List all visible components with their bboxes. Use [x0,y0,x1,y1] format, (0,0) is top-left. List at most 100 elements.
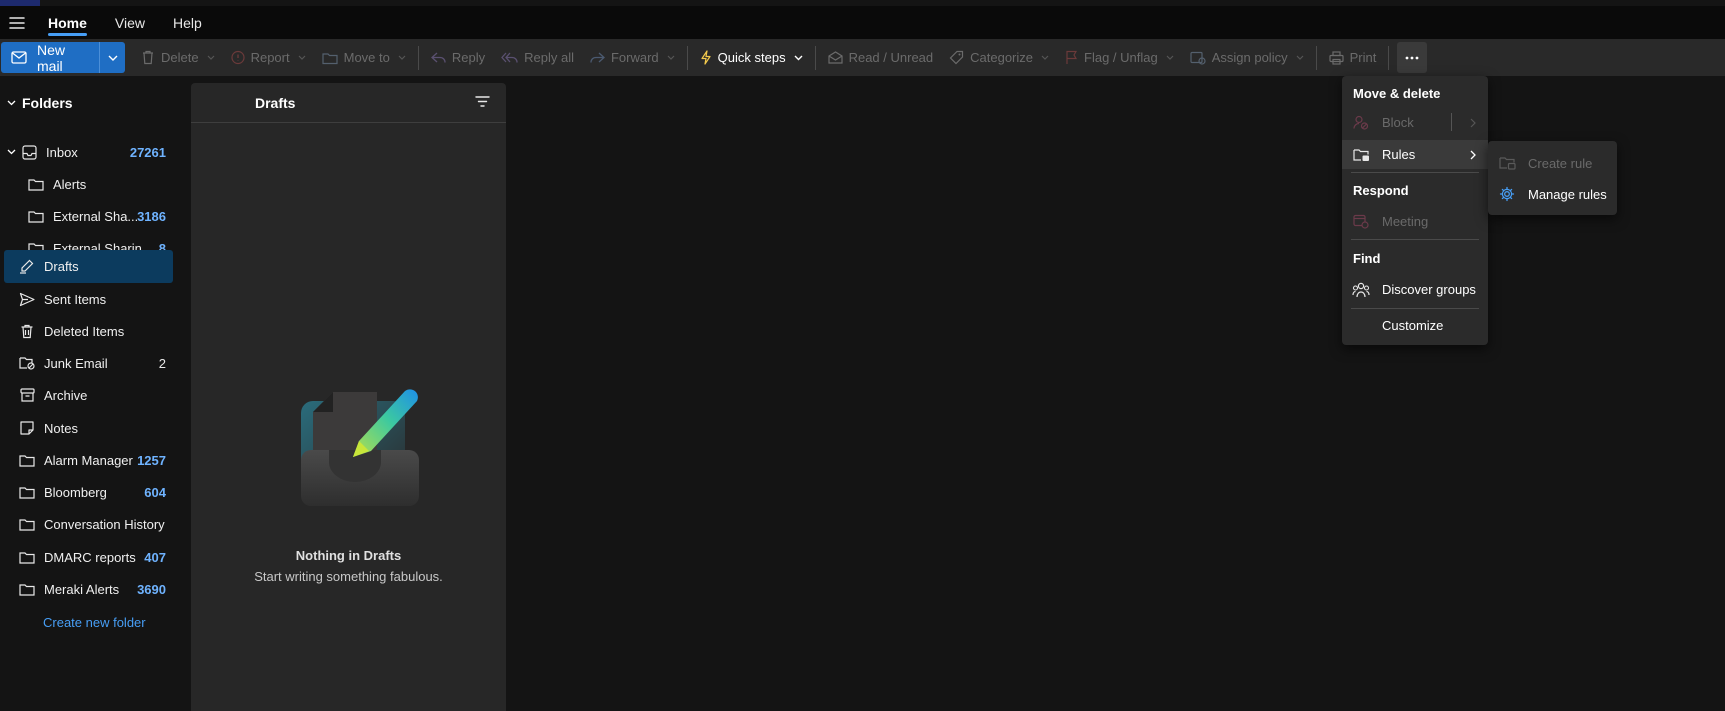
rules-folder-icon [1497,156,1517,170]
flag-unflag-button[interactable]: Flag / Unflag [1057,42,1182,73]
archive-icon [17,388,37,402]
flag-icon [1065,50,1078,65]
chevron-down-icon [207,55,215,60]
hamburger-menu-icon[interactable] [0,6,34,39]
sidebar-item-meraki-alerts[interactable]: Meraki Alerts 3690 [4,573,173,605]
unread-count: 407 [144,549,166,565]
menu-item-customize[interactable]: Customize [1342,311,1488,340]
section-move-delete: Move & delete [1353,86,1441,101]
sidebar-item-label: Archive [44,387,88,403]
flag-unflag-label: Flag / Unflag [1084,50,1158,65]
sidebar-item-sent-items[interactable]: Sent Items [4,283,173,315]
filter-icon[interactable] [475,95,490,108]
chevron-down-icon [398,55,406,60]
top-menu-bar: Home View Help [0,6,1725,39]
folders-header-label: Folders [22,95,73,111]
menu-item-block[interactable]: Block [1342,108,1488,137]
chevron-down-icon [108,55,118,61]
sidebar-item-bloomberg[interactable]: Bloomberg 604 [4,476,173,508]
menu-item-create-rule[interactable]: Create rule [1488,148,1617,178]
chevron-down-icon [7,100,16,106]
reply-all-button[interactable]: Reply all [493,42,582,73]
forward-button[interactable]: Forward [582,42,683,73]
create-new-folder-link[interactable]: Create new folder [43,615,146,630]
tab-home[interactable]: Home [34,6,101,39]
sidebar-item-archive[interactable]: Archive [4,379,173,411]
folder-icon [17,518,37,531]
sidebar-item-label: Inbox [46,144,78,160]
sidebar-item-label: DMARC reports [44,549,136,565]
chevron-down-icon [1296,55,1304,60]
sidebar-item-external-sharing-1[interactable]: External Sha... 3186 [26,200,173,232]
tab-view[interactable]: View [101,6,159,39]
reply-button[interactable]: Reply [423,42,493,73]
sidebar-item-deleted-items[interactable]: Deleted Items [4,315,173,347]
menu-item-label: Manage rules [1528,186,1607,202]
sidebar-item-inbox[interactable]: Inbox 27261 [0,136,173,168]
reply-all-icon [501,52,518,64]
folder-icon [17,551,37,564]
delete-button[interactable]: Delete [133,42,223,73]
chevron-down-icon [7,149,16,155]
sidebar-item-notes[interactable]: Notes [4,412,173,444]
categorize-label: Categorize [970,50,1034,65]
sidebar-item-label: Meraki Alerts [44,581,120,597]
report-button[interactable]: Report [223,42,314,73]
menu-item-rules[interactable]: Rules [1342,140,1488,169]
categorize-button[interactable]: Categorize [941,42,1057,73]
ribbon-separator [1388,45,1390,70]
empty-state-subtitle: Start writing something fabulous. [254,569,443,584]
trash-icon [141,50,155,65]
ribbon-toolbar: New mail Delete Report Move to Reply Rep… [0,39,1725,76]
sidebar-item-label: Notes [44,420,78,436]
folder-icon [17,583,37,596]
folder-icon [26,210,46,223]
quick-steps-button[interactable]: Quick steps [692,42,811,73]
assign-policy-label: Assign policy [1211,50,1288,65]
assign-policy-button[interactable]: Assign policy [1182,42,1312,73]
rules-folder-icon [1351,148,1371,162]
menu-item-discover-groups[interactable]: Discover groups [1342,275,1488,304]
policy-icon [1190,51,1206,65]
move-to-button[interactable]: Move to [314,42,414,73]
sidebar-item-drafts[interactable]: Drafts [4,250,173,283]
drafts-empty-illustration [287,379,427,519]
folder-icon [17,454,37,467]
sidebar-item-conversation-history[interactable]: Conversation History [4,508,173,540]
chevron-down-icon [794,55,803,61]
menu-item-label: Customize [1382,318,1444,333]
menu-item-meeting[interactable]: Meeting [1342,207,1488,236]
envelope-open-icon [827,51,843,64]
forward-label: Forward [610,50,659,65]
menu-item-label: Meeting [1382,214,1429,229]
tab-help[interactable]: Help [159,6,216,39]
move-to-label: Move to [343,50,390,65]
reply-icon [430,52,446,64]
new-mail-dropdown-button[interactable] [99,42,125,73]
reply-all-label: Reply all [524,50,574,65]
more-options-button[interactable] [1397,42,1428,73]
sidebar-item-label: Alerts [53,176,87,192]
sidebar-item-alarm-manager[interactable]: Alarm Manager 1257 [4,444,173,476]
message-list-header: Drafts [191,83,506,123]
lightning-icon [700,50,712,65]
pencil-icon [17,259,37,274]
send-icon [17,292,37,307]
print-button[interactable]: Print [1321,42,1385,73]
menu-item-manage-rules[interactable]: Manage rules [1488,179,1617,209]
read-unread-label: Read / Unread [848,50,934,65]
new-mail-button[interactable]: New mail [1,42,99,74]
note-icon [17,421,37,435]
reply-label: Reply [451,50,486,65]
menu-item-label: Block [1382,115,1414,130]
read-unread-button[interactable]: Read / Unread [820,42,942,73]
ellipsis-icon [1405,56,1419,60]
sidebar-item-label: Alarm Manager [44,452,133,468]
chevron-down-icon [298,55,306,60]
sidebar-item-junk-email[interactable]: Junk Email 2 [4,347,173,379]
sidebar-item-alerts[interactable]: Alerts [26,168,173,200]
sidebar-item-dmarc-reports[interactable]: DMARC reports 407 [4,541,173,573]
unread-count: 1257 [137,452,166,468]
folders-header[interactable]: Folders [0,93,73,113]
unread-count: 3186 [137,208,166,224]
